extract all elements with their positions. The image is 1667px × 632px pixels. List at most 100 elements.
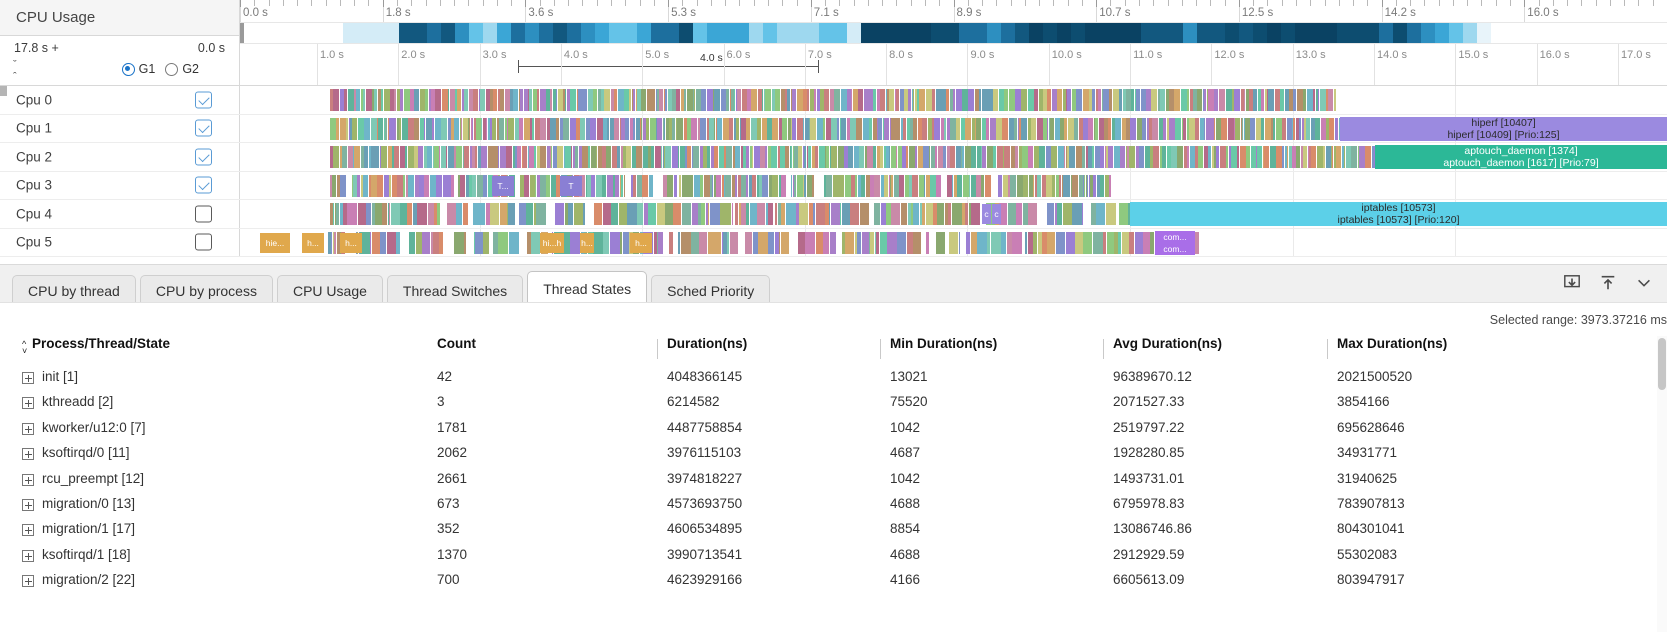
column-divider[interactable]	[1103, 339, 1104, 359]
cpu-slice[interactable]	[687, 146, 691, 168]
cpu-slice[interactable]	[1152, 118, 1158, 140]
cpu-slice[interactable]	[856, 118, 862, 140]
cpu-slice[interactable]	[356, 89, 360, 111]
cpu-slice[interactable]	[1088, 118, 1093, 140]
cpu-slice[interactable]	[402, 118, 408, 140]
cpu-slice[interactable]	[1114, 146, 1120, 168]
cpu-slice[interactable]	[418, 146, 423, 168]
cpu-slice[interactable]	[1096, 203, 1105, 225]
cpu-slice[interactable]	[456, 146, 462, 168]
cpu-slice[interactable]	[767, 118, 772, 140]
cpu-slice[interactable]	[845, 175, 851, 197]
cpu-slice[interactable]	[586, 118, 590, 140]
cpu-slice[interactable]	[976, 175, 981, 197]
cpu-slice[interactable]	[1159, 118, 1163, 140]
cpu-slice[interactable]	[424, 175, 429, 197]
expand-row-icon[interactable]	[22, 550, 34, 562]
cpu-slice[interactable]	[364, 146, 368, 168]
cpu-slice[interactable]	[693, 146, 699, 168]
cpu-slice[interactable]	[437, 203, 440, 225]
range-handle-right[interactable]	[818, 60, 819, 73]
cpu-slice[interactable]	[663, 175, 667, 197]
cpu-slice[interactable]	[952, 203, 962, 225]
cpu-slice[interactable]	[330, 118, 336, 140]
cpu-slice[interactable]	[1256, 118, 1261, 140]
cpu-slice[interactable]	[982, 89, 987, 111]
cpu-slice[interactable]	[1311, 146, 1316, 168]
cpu-slice[interactable]	[551, 175, 556, 197]
cpu-slice[interactable]	[447, 203, 456, 225]
cpu-slice[interactable]	[831, 203, 840, 225]
cpu-slice[interactable]	[1275, 89, 1280, 111]
cpu-slice[interactable]	[1058, 146, 1064, 168]
cpu-slice[interactable]	[1315, 118, 1320, 140]
cpu-slice[interactable]	[1004, 89, 1008, 111]
cpu-row-checkbox[interactable]	[195, 205, 212, 222]
cpu-slice[interactable]	[691, 232, 699, 254]
cpu-slice[interactable]	[899, 175, 904, 197]
cpu-slice[interactable]	[587, 175, 591, 197]
cpu-slice[interactable]	[419, 175, 424, 197]
cpu-slice[interactable]	[851, 175, 855, 197]
cpu-slice[interactable]	[1292, 146, 1296, 168]
cpu-slice[interactable]	[781, 232, 789, 254]
cpu-slice[interactable]	[590, 118, 596, 140]
cpu-slice[interactable]	[703, 146, 707, 168]
table-row[interactable]: ksoftirqd/1 [18]137039907135414688291292…	[0, 544, 1655, 569]
cpu-slice[interactable]	[500, 203, 507, 225]
cpu-slice[interactable]	[392, 175, 397, 197]
cpu-slice[interactable]	[1235, 118, 1240, 140]
cpu-slice[interactable]	[1320, 89, 1326, 111]
cpu-slice[interactable]	[859, 146, 864, 168]
cpu-slice[interactable]	[805, 232, 815, 254]
cpu-slice[interactable]	[884, 118, 889, 140]
cpu-slice[interactable]	[1119, 203, 1128, 225]
cpu-slice[interactable]	[1060, 118, 1064, 140]
cpu-slice[interactable]	[598, 146, 602, 168]
cpu-slice[interactable]	[1190, 146, 1195, 168]
cpu-slice[interactable]	[1208, 89, 1214, 111]
cpu-slice[interactable]	[926, 232, 929, 254]
cpu-slice[interactable]	[574, 203, 583, 225]
cpu-slice[interactable]	[506, 146, 512, 168]
cpu-row-checkbox[interactable]	[195, 234, 212, 251]
cpu-slice[interactable]	[1091, 203, 1096, 225]
cpu-slice[interactable]	[720, 203, 726, 225]
cpu-slice[interactable]	[475, 203, 485, 225]
cpu-slice[interactable]	[1160, 89, 1165, 111]
cpu-slice[interactable]	[372, 232, 380, 254]
cpu-slice[interactable]	[817, 118, 823, 140]
cpu-slice[interactable]	[637, 203, 643, 225]
cpu-slice[interactable]	[723, 232, 727, 254]
cpu-slice[interactable]	[637, 175, 642, 197]
cpu-slice[interactable]	[540, 146, 546, 168]
cpu-slice[interactable]	[812, 175, 814, 197]
cpu-slice[interactable]	[737, 89, 741, 111]
cpu-slice[interactable]	[384, 89, 390, 111]
cpu-slice[interactable]	[717, 118, 722, 140]
cpu-slice[interactable]	[1004, 146, 1010, 168]
cpu-slice[interactable]	[1057, 203, 1062, 225]
cpu-slice[interactable]	[1146, 89, 1151, 111]
cpu-slice[interactable]	[747, 89, 751, 111]
cpu-slice[interactable]	[861, 175, 865, 197]
cpu-slice[interactable]	[1289, 89, 1293, 111]
cpu-slice[interactable]	[850, 203, 859, 225]
cpu-slice[interactable]	[524, 118, 530, 140]
cpu-slice[interactable]	[1307, 89, 1313, 111]
timeline-ruler-bottom[interactable]: 4.0 s 1.0 s2.0 s3.0 s4.0 s5.0 s6.0 s7.0 …	[240, 44, 1667, 86]
cpu-slice[interactable]	[971, 175, 976, 197]
cpu-slice[interactable]	[937, 203, 944, 225]
cpu-slice[interactable]	[1099, 118, 1104, 140]
cpu-slice[interactable]	[519, 203, 526, 225]
cpu-slice[interactable]	[730, 232, 738, 254]
cpu-slice[interactable]	[441, 146, 446, 168]
cpu-row-checkbox[interactable]	[195, 177, 212, 194]
cpu-slice[interactable]	[936, 232, 945, 254]
cpu-slice[interactable]	[889, 89, 894, 111]
cpu-slice[interactable]	[1066, 232, 1075, 254]
cpu-slice[interactable]	[650, 118, 656, 140]
cpu-slice[interactable]	[762, 118, 767, 140]
cpu-slice[interactable]	[342, 146, 347, 168]
cpu-slice[interactable]	[1126, 118, 1130, 140]
